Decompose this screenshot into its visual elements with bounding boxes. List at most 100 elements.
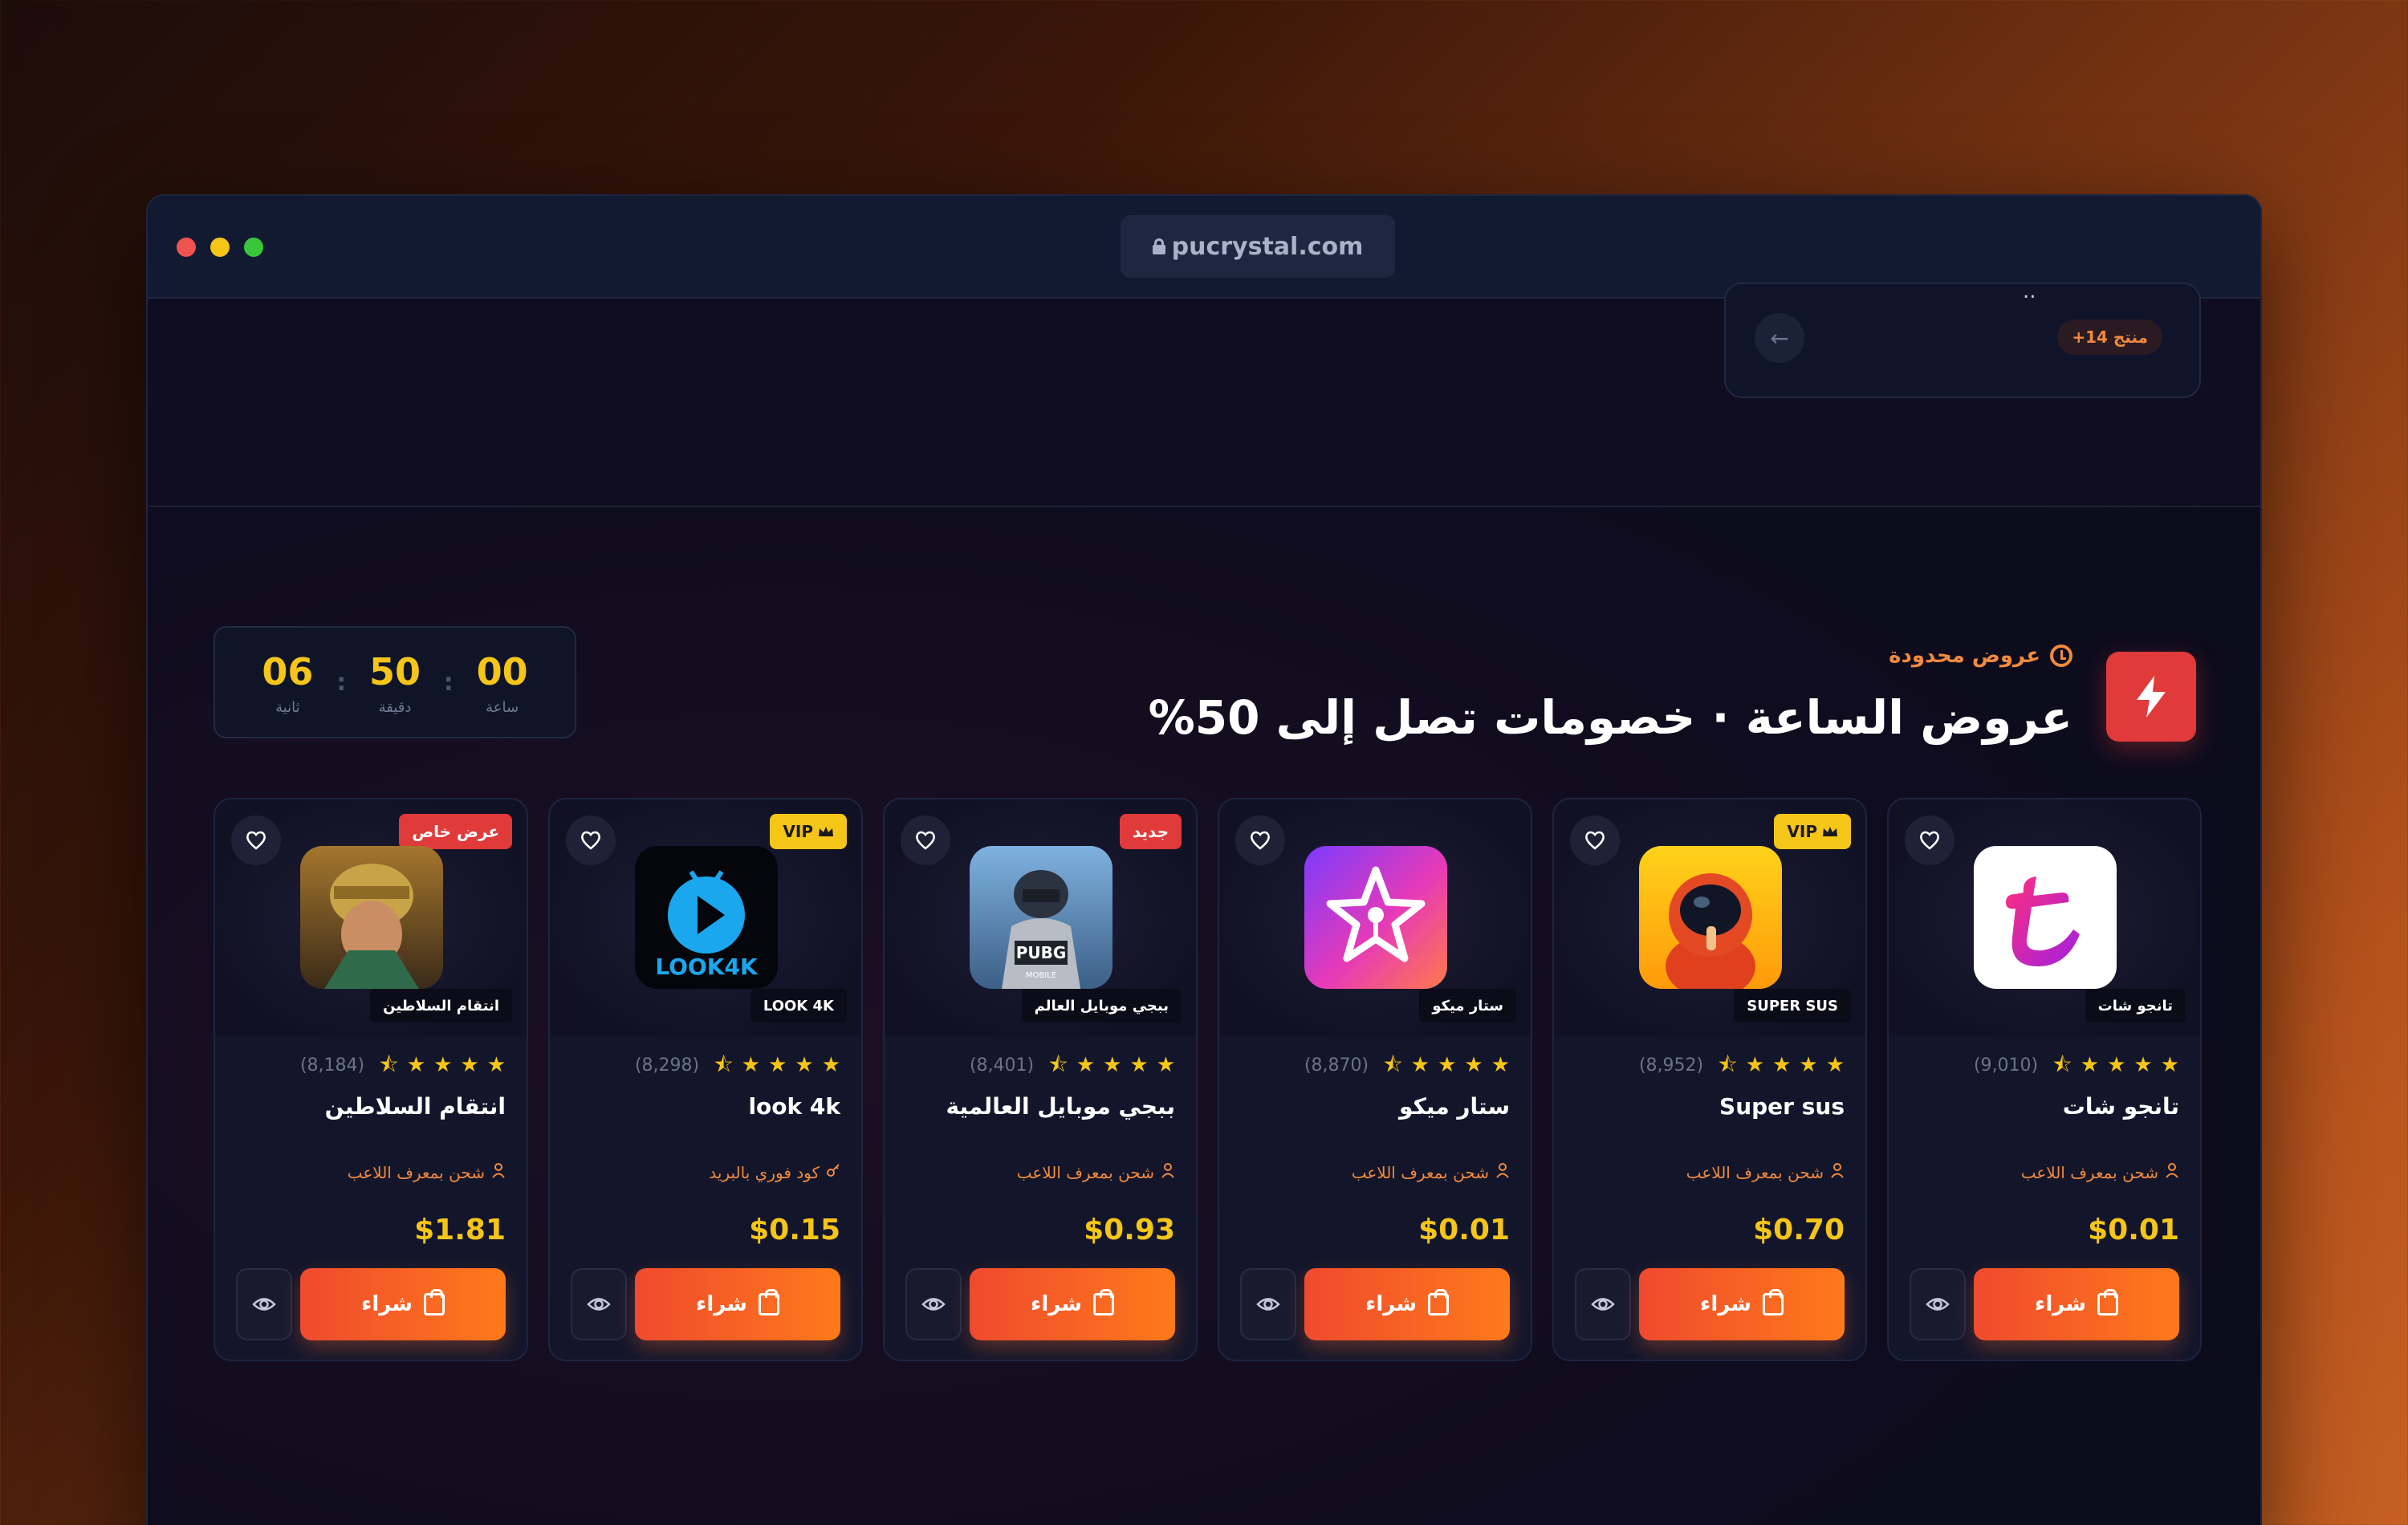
close-window-button[interactable] xyxy=(177,238,196,257)
product-title[interactable]: Super sus xyxy=(1719,1093,1845,1120)
product-image[interactable]: LOOK4K xyxy=(635,846,778,989)
product-image[interactable]: PUBG MOBILE xyxy=(970,846,1112,989)
favorite-heart-icon[interactable] xyxy=(1570,815,1620,865)
buy-label: شراء xyxy=(1031,1292,1082,1316)
lock-icon xyxy=(1152,238,1165,254)
buy-button[interactable]: شراء xyxy=(635,1268,840,1340)
buy-label: شراء xyxy=(1700,1292,1751,1316)
timer-hours-label: ساعة xyxy=(486,698,519,716)
svg-text:LOOK4K: LOOK4K xyxy=(655,954,759,980)
product-title[interactable]: ستار ميكو xyxy=(1399,1093,1510,1120)
product-price: $1.81 xyxy=(414,1214,506,1246)
favorite-heart-icon[interactable] xyxy=(231,815,281,865)
review-count: (8,952) xyxy=(1638,1055,1704,1076)
product-name-chip: تانجو شات xyxy=(2085,989,2186,1023)
favorite-heart-icon[interactable] xyxy=(1235,815,1285,865)
key-icon xyxy=(826,1162,840,1182)
quick-view-eye-icon[interactable] xyxy=(571,1268,627,1340)
star-icon: ★ xyxy=(1410,1053,1430,1077)
minimize-window-button[interactable] xyxy=(210,238,230,257)
product-title[interactable]: look 4k xyxy=(748,1093,840,1120)
product-media: عرض خاص انتقام السلاطين xyxy=(215,799,527,1035)
product-title[interactable]: ببجي موبايل العالمية xyxy=(946,1093,1176,1120)
star-icon: ★ xyxy=(1825,1053,1845,1077)
product-rating: (8,401) ⯪ ★ ★ ★ ★ xyxy=(970,1055,1175,1076)
timer-minutes-value: 50 xyxy=(368,649,421,693)
quick-view-eye-icon[interactable] xyxy=(236,1268,292,1340)
product-badge: عرض خاص xyxy=(399,814,512,849)
user-icon xyxy=(1495,1162,1510,1182)
badge-text: جديد xyxy=(1132,822,1169,841)
star-icon: ★ xyxy=(2107,1053,2126,1077)
shopping-bag-icon xyxy=(1092,1289,1114,1316)
url-text: pucrystal.com xyxy=(1171,232,1364,261)
delivery-text: شحن بمعرف اللاعب xyxy=(2020,1162,2158,1182)
countdown-timer: 06 ثانية : 50 دقيقة : 00 ساعة xyxy=(214,626,576,738)
category-card[interactable]: .. ← +14 منتج xyxy=(1724,279,2201,398)
product-price: $0.70 xyxy=(1753,1214,1845,1246)
product-card[interactable]: تانجو شات (9,010) ⯪ ★ ★ ★ ★ تانجو شات شحن بمع… xyxy=(1887,798,2202,1361)
quick-view-eye-icon[interactable] xyxy=(1240,1268,1296,1340)
product-media: تانجو شات xyxy=(1889,799,2200,1035)
favorite-heart-icon[interactable] xyxy=(1905,815,1954,865)
product-title[interactable]: انتقام السلاطين xyxy=(325,1093,506,1120)
star-icon: ★ xyxy=(795,1053,814,1077)
product-image[interactable] xyxy=(1974,846,2117,989)
lightning-icon xyxy=(2106,652,2196,742)
star-icon: ★ xyxy=(2160,1053,2179,1077)
delivery-method: شحن بمعرف اللاعب xyxy=(2021,1162,2179,1182)
shopping-bag-icon xyxy=(1427,1289,1449,1316)
product-image[interactable] xyxy=(300,846,443,989)
category-title-fragment: .. xyxy=(2023,279,2036,303)
star-icon: ★ xyxy=(821,1053,840,1077)
quick-view-eye-icon[interactable] xyxy=(1575,1268,1631,1340)
star-icon: ★ xyxy=(1799,1053,1818,1077)
product-name-chip: SUPER SUS xyxy=(1734,989,1851,1023)
buy-button[interactable]: شراء xyxy=(1974,1268,2179,1340)
buy-button[interactable]: شراء xyxy=(1639,1268,1845,1340)
product-card[interactable]: VIP LOOK4K LOOK 4K (8,298) ⯪ ★ ★ ★ ★ look 4k … xyxy=(548,798,863,1361)
star-icon: ★ xyxy=(1772,1053,1792,1077)
star-icon: ★ xyxy=(406,1053,426,1077)
product-rating: (8,298) ⯪ ★ ★ ★ ★ xyxy=(635,1055,840,1076)
star-icon: ★ xyxy=(1491,1053,1510,1077)
quick-view-eye-icon[interactable] xyxy=(1910,1268,1966,1340)
product-grid: عرض خاص انتقام السلاطين (8,184) ⯪ ★ ★ ★ ★ انت… xyxy=(214,798,2202,1361)
buy-button[interactable]: شراء xyxy=(300,1268,506,1340)
delivery-method: شحن بمعرف اللاعب xyxy=(348,1162,506,1182)
star-half-icon: ⯪ xyxy=(714,1053,734,1077)
delivery-text: شحن بمعرف اللاعب xyxy=(1351,1162,1489,1182)
star-icon: ★ xyxy=(433,1053,453,1077)
delivery-text: شحن بمعرف اللاعب xyxy=(1686,1162,1824,1182)
quick-view-eye-icon[interactable] xyxy=(905,1268,962,1340)
eyebrow-text: عروض محدودة xyxy=(1889,644,2040,668)
arrow-left-icon[interactable]: ← xyxy=(1755,313,1804,363)
product-image[interactable] xyxy=(1639,846,1782,989)
product-card[interactable]: عرض خاص انتقام السلاطين (8,184) ⯪ ★ ★ ★ ★ انت… xyxy=(214,798,528,1361)
clock-icon xyxy=(2050,645,2072,667)
delivery-text: شحن بمعرف اللاعب xyxy=(1016,1162,1154,1182)
address-bar[interactable]: pucrystal.com xyxy=(1121,215,1395,278)
product-rating: (8,184) ⯪ ★ ★ ★ ★ xyxy=(300,1055,506,1076)
maximize-window-button[interactable] xyxy=(244,238,263,257)
product-image[interactable] xyxy=(1304,846,1447,989)
buy-label: شراء xyxy=(2035,1292,2086,1316)
product-count-badge: +14 منتج xyxy=(2057,319,2162,355)
star-half-icon: ⯪ xyxy=(1048,1053,1068,1077)
review-count: (8,401) xyxy=(969,1055,1035,1076)
product-media: ستار ميكو xyxy=(1219,799,1531,1035)
product-card[interactable]: جديد PUBG MOBILE ببجي موبايل العالم (8,40… xyxy=(883,798,1198,1361)
star-half-icon: ⯪ xyxy=(1383,1053,1403,1077)
product-card[interactable]: VIP SUPER SUS (8,952) ⯪ ★ ★ ★ ★ Super sus شحن… xyxy=(1552,798,1867,1361)
delivery-text: كود فوري بالبريد xyxy=(709,1162,820,1182)
favorite-heart-icon[interactable] xyxy=(901,815,950,865)
product-title[interactable]: تانجو شات xyxy=(2063,1093,2179,1120)
favorite-heart-icon[interactable] xyxy=(566,815,616,865)
previous-section: .. ← +14 منتج xyxy=(148,279,2260,507)
product-card[interactable]: ستار ميكو (8,870) ⯪ ★ ★ ★ ★ ستار ميكو شحن بمع… xyxy=(1218,798,1532,1361)
star-half-icon: ⯪ xyxy=(379,1053,399,1077)
star-icon: ★ xyxy=(1129,1053,1149,1077)
buy-button[interactable]: شراء xyxy=(970,1268,1175,1340)
buy-button[interactable]: شراء xyxy=(1304,1268,1510,1340)
svg-text:PUBG: PUBG xyxy=(1016,943,1067,962)
